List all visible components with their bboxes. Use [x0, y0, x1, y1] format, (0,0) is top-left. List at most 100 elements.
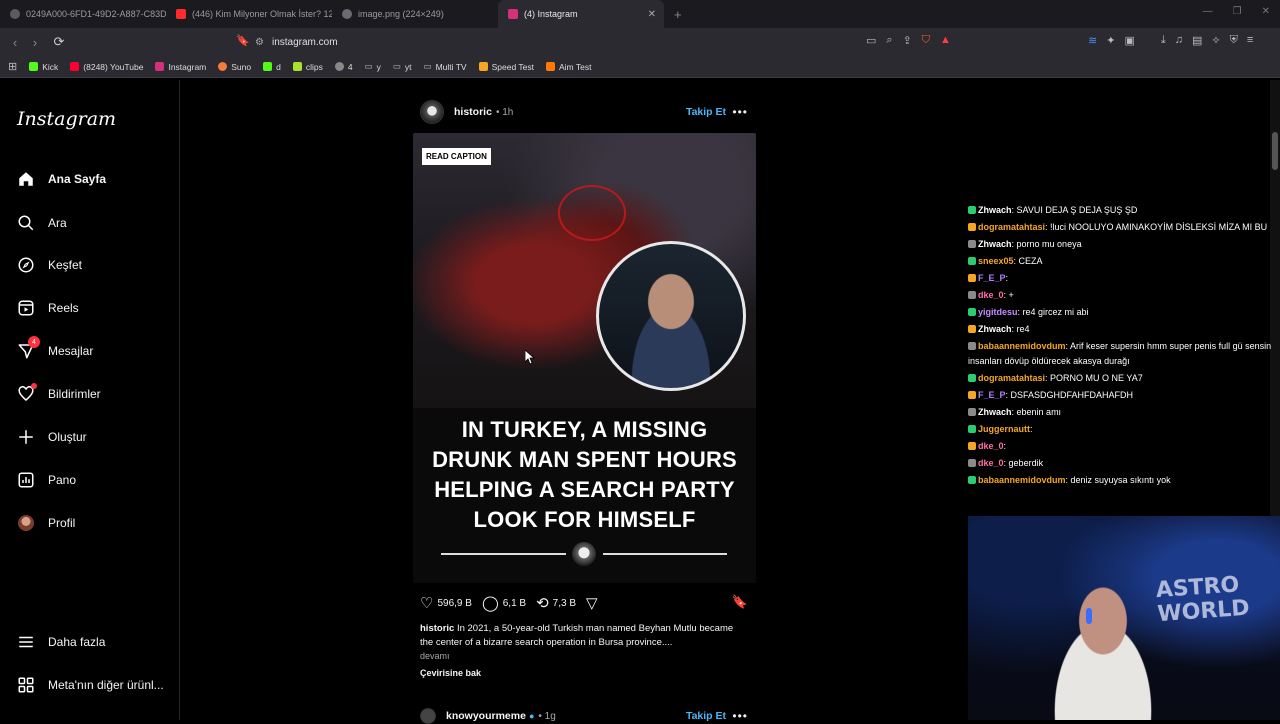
sidebar-item-meta[interactable]: Meta'nın diğer ürünl...	[16, 673, 164, 697]
avatar[interactable]	[420, 708, 436, 724]
bookmark-page-icon[interactable]: 🔖	[236, 34, 250, 47]
minimize-icon[interactable]: —	[1203, 6, 1213, 17]
maximize-icon[interactable]: ❐	[1233, 6, 1242, 17]
sidebar-item-dashboard[interactable]: Pano	[16, 468, 76, 492]
shield-icon[interactable]: ⛨	[1230, 34, 1238, 47]
post-username[interactable]: knowyourmeme	[446, 710, 526, 722]
sidebar-item-label: Pano	[48, 473, 77, 487]
follow-button[interactable]: Takip Et	[686, 710, 726, 722]
save-icon[interactable]: 🔖	[732, 594, 748, 610]
bookmark-speedtest[interactable]: Speed Test	[478, 62, 534, 72]
chat-username[interactable]: F_E_P	[978, 273, 1006, 283]
chat-username[interactable]: Zhwach	[978, 239, 1012, 249]
compass-icon	[16, 255, 36, 275]
avatar[interactable]	[420, 100, 444, 124]
chat-username[interactable]: F_E_P	[978, 390, 1006, 400]
instagram-logo[interactable]: Instagram	[17, 108, 116, 130]
chat-username[interactable]: Zhwach	[978, 324, 1012, 334]
forward-icon[interactable]: ›	[25, 35, 45, 50]
address-bar-actions: ▭ ⌕ ⇪ ⛉ ▲	[866, 34, 951, 47]
cast-icon[interactable]: ▭	[866, 34, 876, 47]
vpn-icon[interactable]: ≋	[1088, 34, 1097, 47]
sidebar-item-create[interactable]: Oluştur	[16, 425, 87, 449]
browser-tab[interactable]: 0249A000-6FD1-49D2-A887-C83D2	[0, 0, 166, 28]
more-link[interactable]: devamı	[420, 651, 450, 661]
browser-tab[interactable]: image.png (224×249)	[332, 0, 498, 28]
brave-rewards-icon[interactable]: ▲	[940, 34, 951, 47]
sidebar-item-reels[interactable]: Reels	[16, 296, 79, 320]
leo-ai-icon[interactable]: ✧	[1211, 34, 1220, 47]
post-time: • 1h	[495, 106, 514, 118]
bookmark-clips[interactable]: clips	[292, 61, 323, 72]
brave-shield-icon[interactable]: ⛉	[922, 34, 930, 47]
follow-button[interactable]: Takip Et	[686, 106, 726, 118]
bookmark-folder-y[interactable]: ▭ y	[365, 61, 381, 72]
download-icon[interactable]: ⤓	[1161, 34, 1166, 47]
chat-username[interactable]: dke_0	[978, 458, 1004, 468]
bookmark-suno[interactable]: Suno	[218, 62, 251, 72]
home-icon	[16, 169, 36, 189]
post-username[interactable]: historic	[454, 106, 492, 118]
close-window-icon[interactable]: ✕	[1262, 6, 1270, 17]
chat-username[interactable]: Zhwach	[978, 407, 1012, 417]
apps-icon[interactable]: ⊞	[8, 60, 17, 73]
bookmark-aimtest[interactable]: Aim Test	[546, 62, 591, 72]
caption-username[interactable]: historic	[420, 623, 454, 634]
close-icon[interactable]: ✕	[648, 9, 656, 20]
site-settings-icon[interactable]: ⚙	[255, 37, 264, 48]
bookmark-d[interactable]: d	[263, 62, 281, 72]
sidebar-item-explore[interactable]: Keşfet	[16, 253, 82, 277]
bookmark-youtube[interactable]: (8248) YouTube	[70, 62, 143, 72]
bookmark-folder-yt[interactable]: ▭ yt	[393, 61, 412, 72]
wallet-icon[interactable]: ▤	[1192, 34, 1202, 47]
chat-username[interactable]: dogramatahtasi	[978, 373, 1045, 383]
bookmark-kick[interactable]: Kick	[29, 62, 58, 72]
chat-username[interactable]: Zhwach	[978, 205, 1012, 215]
chat-username[interactable]: Juggernautt	[978, 424, 1030, 434]
sidebar-item-label: Daha fazla	[48, 635, 106, 649]
more-options-icon[interactable]: •••	[732, 709, 748, 723]
bookmark-label: clips	[305, 61, 323, 72]
scrollbar-thumb[interactable]	[1272, 132, 1278, 170]
chat-username[interactable]: babaannemidovdum	[978, 341, 1066, 351]
chat-text: ebenin amı	[1016, 407, 1062, 417]
music-icon[interactable]: ♫	[1175, 34, 1183, 47]
browser-tab-active[interactable]: (4) Instagram ✕	[498, 0, 664, 28]
repost-button[interactable]: ⟲ 7,3 B	[536, 594, 576, 612]
extensions-icon[interactable]: ✦	[1106, 34, 1115, 47]
chat-message: babaannemidovdum: deniz suyuysa sıkıntı …	[968, 472, 1280, 489]
comment-button[interactable]: ◯ 6,1 B	[482, 594, 526, 612]
sidebar-icon[interactable]: ▣	[1124, 34, 1134, 47]
bookmark-folder-multitv[interactable]: ▭ Multi TV	[424, 61, 467, 72]
like-button[interactable]: ♡ 596,9 B	[420, 594, 472, 612]
tab-title: (4) Instagram	[524, 9, 578, 19]
share-icon[interactable]: ⇪	[903, 34, 912, 47]
sidebar-item-messages[interactable]: 4 Mesajlar	[16, 336, 93, 363]
chat-badge-icon	[968, 408, 976, 416]
reload-icon[interactable]: ⟳	[49, 34, 69, 50]
more-options-icon[interactable]: •••	[732, 105, 748, 119]
bookmark-4[interactable]: 4	[334, 62, 353, 72]
chat-username[interactable]: yigitdesu	[978, 307, 1018, 317]
chat-username[interactable]: dogramatahtasi	[978, 222, 1045, 232]
back-icon[interactable]: ‹	[5, 35, 25, 50]
chat-username[interactable]: sneex05	[978, 256, 1014, 266]
sidebar-item-profile[interactable]: Profil	[16, 511, 75, 535]
sidebar-item-more[interactable]: Daha fazla	[16, 630, 105, 654]
chat-message: Zhwach: re4	[968, 321, 1280, 338]
sidebar-item-notifications[interactable]: Bildirimler	[16, 382, 101, 406]
browser-tab[interactable]: (446) Kim Milyoner Olmak İster? 120	[166, 0, 332, 28]
sidebar-item-search[interactable]: Ara	[16, 211, 67, 235]
translate-link[interactable]: Çevirisine bak	[420, 668, 481, 678]
bookmark-instagram[interactable]: Instagram	[155, 62, 206, 72]
divider	[441, 553, 566, 555]
share-button[interactable]: ▽	[586, 594, 598, 612]
chat-username[interactable]: dke_0	[978, 290, 1004, 300]
zoom-icon[interactable]: ⌕	[886, 34, 892, 47]
post-media[interactable]: READ CAPTION IN TURKEY, A MISSING DRUNK …	[413, 133, 756, 583]
chat-username[interactable]: babaannemidovdum	[978, 475, 1066, 485]
new-tab-button[interactable]: +	[664, 7, 692, 22]
menu-icon[interactable]: ≡	[1247, 34, 1253, 47]
chat-username[interactable]: dke_0	[978, 441, 1004, 451]
sidebar-item-home[interactable]: Ana Sayfa	[16, 167, 106, 191]
